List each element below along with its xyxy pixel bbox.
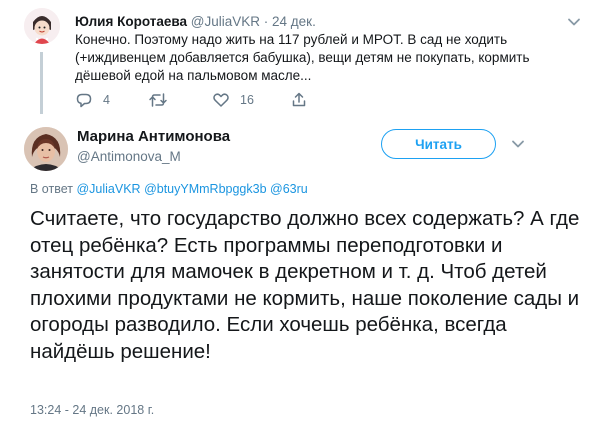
chevron-down-icon[interactable]	[566, 14, 582, 30]
avatar-photo-icon	[24, 127, 68, 171]
reply-to-link[interactable]: @JuliaVKR	[76, 182, 140, 196]
avatar[interactable]	[24, 8, 60, 44]
tweet-timestamp[interactable]: 13:24 - 24 дек. 2018 г.	[30, 403, 154, 417]
reply-to-link[interactable]: @btuyYMmRbpggk3b	[144, 182, 266, 196]
reply-icon	[75, 91, 93, 109]
author-name[interactable]: Юлия Коротаева	[75, 14, 187, 29]
follow-button[interactable]: Читать	[381, 129, 496, 159]
separator-dot: ·	[263, 14, 269, 29]
thread-line	[40, 52, 43, 114]
share-button[interactable]	[290, 90, 308, 110]
parent-tweet-header: Юлия Коротаева @JuliaVKR · 24 дек.	[75, 14, 316, 29]
like-count: 16	[240, 93, 254, 107]
retweet-icon	[148, 91, 168, 109]
tweet-actions: 4 16	[75, 90, 375, 110]
like-button[interactable]: 16	[212, 90, 254, 110]
reply-context: В ответ @JuliaVKR @btuyYMmRbpggk3b @63ru	[30, 182, 308, 196]
tweet-text: Считаете, что государство должно всех со…	[30, 207, 580, 363]
author-handle[interactable]: @Antimonova_M	[77, 149, 181, 164]
reply-to-link[interactable]: @63ru	[270, 182, 308, 196]
chevron-down-icon[interactable]	[510, 136, 526, 152]
share-icon	[290, 91, 308, 109]
author-name[interactable]: Марина Антимонова	[77, 128, 230, 145]
parent-tweet[interactable]: Юлия Коротаева @JuliaVKR · 24 дек. Конеч…	[0, 0, 600, 118]
avatar[interactable]	[24, 127, 68, 171]
reply-button[interactable]: 4	[75, 90, 110, 110]
reply-prefix: В ответ	[30, 182, 73, 196]
retweet-button[interactable]	[148, 90, 178, 110]
parent-tweet-text: Конечно. Поэтому надо жить на 117 рублей…	[75, 32, 530, 83]
reply-count: 4	[103, 93, 110, 107]
tweet-date[interactable]: 24 дек.	[272, 14, 316, 29]
author-handle[interactable]: @JuliaVKR	[191, 14, 260, 29]
like-icon	[212, 91, 230, 109]
avatar-cartoon-icon	[24, 8, 60, 44]
